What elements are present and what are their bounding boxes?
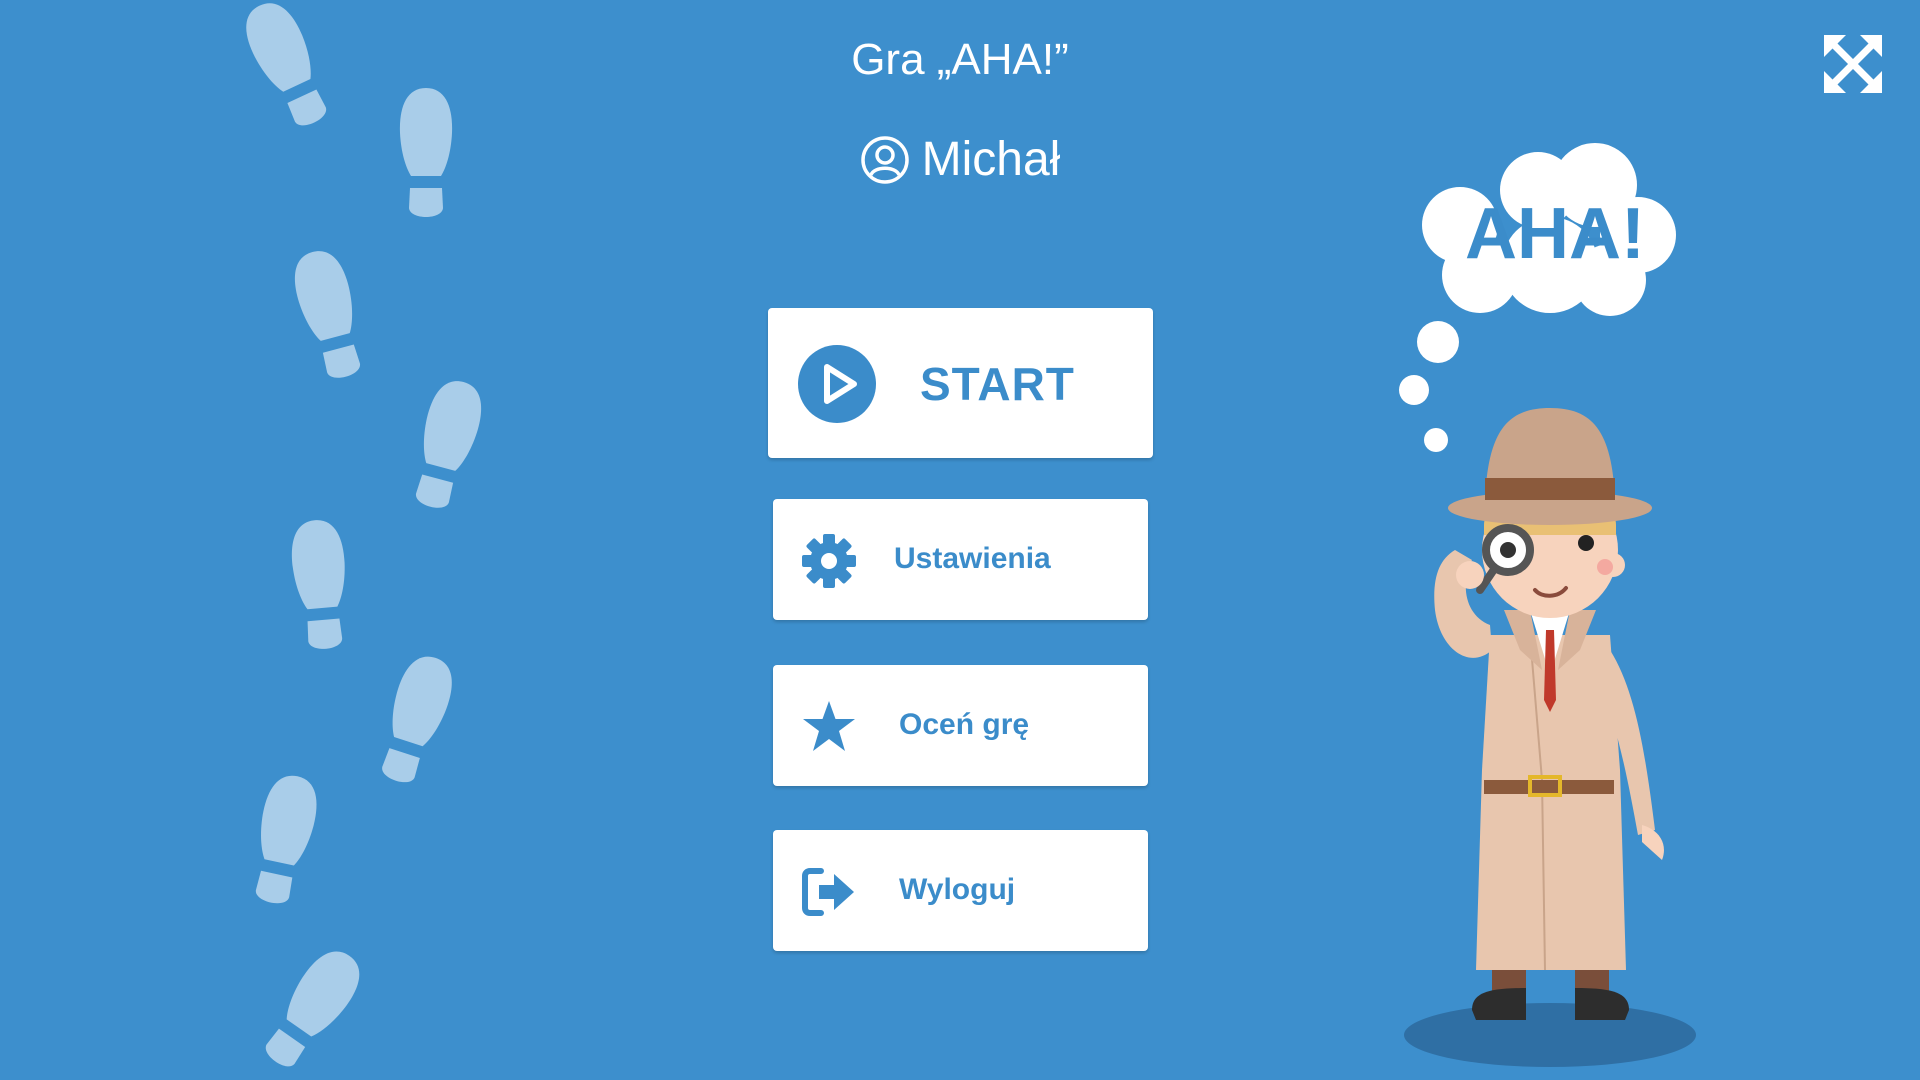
gear-icon	[802, 534, 856, 588]
user-name: Michał	[921, 133, 1061, 186]
detective-illustration: AHA!	[1399, 143, 1696, 1067]
user-circle-icon	[860, 136, 909, 184]
logout-button[interactable]: Wyloguj	[773, 830, 1148, 951]
footprint	[245, 770, 323, 908]
footprint	[254, 940, 371, 1077]
settings-label: Ustawienia	[894, 542, 1051, 575]
start-button[interactable]: START	[768, 308, 1153, 458]
thought-bubble	[1399, 143, 1676, 452]
footprint	[370, 649, 461, 789]
logout-label: Wyloguj	[899, 873, 1016, 906]
star-icon	[803, 701, 855, 751]
expand-arrows-icon	[1824, 35, 1882, 93]
settings-button[interactable]: Ustawienia	[773, 499, 1148, 620]
fullscreen-button[interactable]	[1822, 33, 1884, 95]
footprint	[288, 517, 353, 652]
start-label: START	[920, 358, 1075, 410]
footprint	[287, 245, 372, 384]
play-circle-icon	[798, 345, 876, 423]
sign-out-icon	[802, 868, 854, 916]
footprint	[404, 375, 489, 514]
shadow	[1404, 1003, 1696, 1067]
game-title: Gra „AHA!”	[851, 35, 1069, 84]
rate-game-label: Oceń grę	[899, 708, 1030, 741]
rate-game-button[interactable]: Oceń grę	[773, 665, 1148, 786]
thought-text: AHA!	[1465, 194, 1645, 274]
